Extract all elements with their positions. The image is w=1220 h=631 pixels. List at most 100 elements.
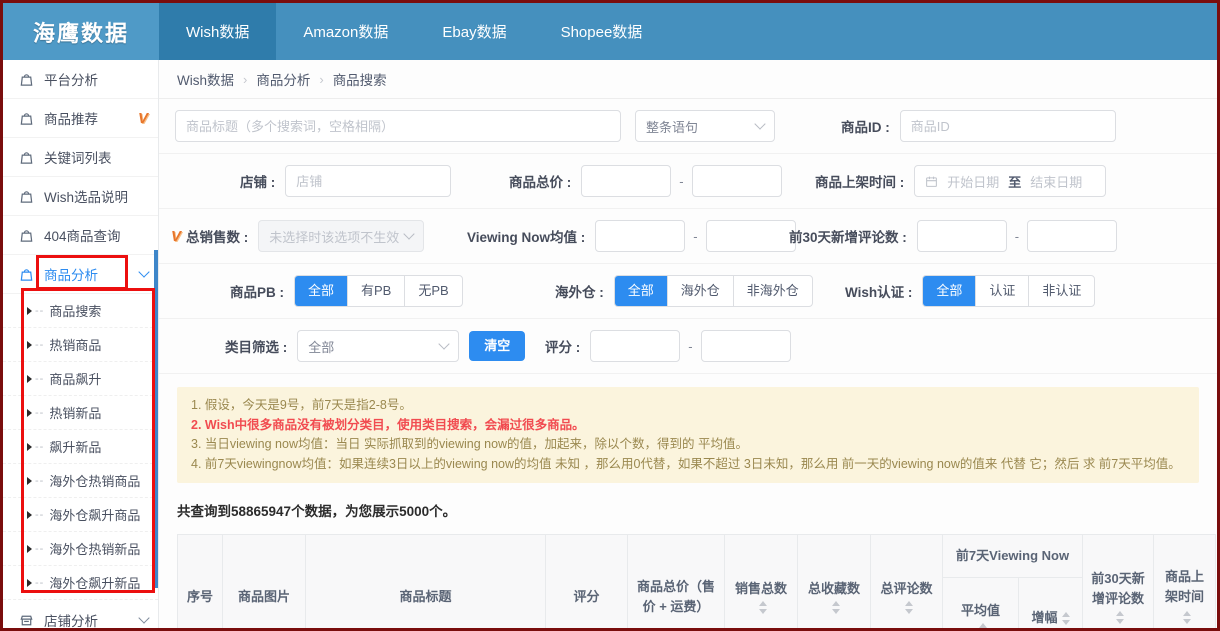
- col-total-comments[interactable]: 总评论数: [871, 535, 943, 629]
- viewing-now-avg-label: Viewing Now均值 :: [467, 226, 585, 246]
- note-line-3: 3. 当日viewing now均值：当日 实际抓取到的viewing now的…: [191, 435, 1185, 455]
- auth-option-no[interactable]: 非认证: [1028, 276, 1094, 306]
- sidebar-item-product-analysis[interactable]: 商品分析: [3, 255, 158, 294]
- sidebar-item-platform-analysis[interactable]: 平台分析: [3, 60, 158, 99]
- tab-shopee[interactable]: Shopee数据: [534, 3, 670, 60]
- product-id-input[interactable]: [900, 110, 1116, 142]
- tree-arrow-icon: [27, 409, 32, 417]
- sort-icon-active-desc[interactable]: [979, 623, 987, 629]
- overseas-option-no[interactable]: 非海外仓: [733, 276, 812, 306]
- sidebar-subitem-overseas-hot-products[interactable]: -- 海外仓热销商品: [3, 464, 158, 498]
- comments-max-input[interactable]: [1027, 220, 1117, 252]
- breadcrumb: Wish数据 › 商品分析 › 商品搜索: [159, 60, 1217, 99]
- sidebar: 平台分析 商品推荐 V 关键词列表 Wish选品说明 404商品查询: [3, 60, 159, 628]
- tree-arrow-icon: [27, 545, 32, 553]
- overseas-option-yes[interactable]: 海外仓: [667, 276, 733, 306]
- sidebar-item-label: 关键词列表: [44, 147, 148, 167]
- pb-option-has[interactable]: 有PB: [347, 276, 404, 306]
- chevron-down-icon: [138, 266, 149, 277]
- sort-icon[interactable]: [832, 601, 840, 614]
- tab-wish[interactable]: Wish数据: [159, 3, 276, 60]
- overseas-option-all[interactable]: 全部: [615, 276, 667, 306]
- filter-row-4: 商品PB : 全部 有PB 无PB 海外仓 : 全部 海外仓 非海外仓 Wish…: [159, 264, 1217, 319]
- filter-row-1: 整条语句 商品ID :: [159, 99, 1217, 154]
- col-total-price: 商品总价（售价 + 运费）: [628, 535, 725, 629]
- category-select[interactable]: 全部: [297, 330, 459, 362]
- price-min-input[interactable]: [581, 165, 671, 197]
- rating-label: 评分 :: [545, 336, 580, 356]
- product-id-label: 商品ID :: [841, 116, 890, 136]
- sort-icon[interactable]: [1116, 611, 1124, 624]
- results-table: 序号 商品图片 商品标题 评分 商品总价（售价 + 运费） 销售总数 总收藏数: [177, 534, 1216, 628]
- sidebar-item-keyword-list[interactable]: 关键词列表: [3, 138, 158, 177]
- sidebar-item-label: 店铺分析: [44, 610, 130, 630]
- breadcrumb-separator: ›: [243, 72, 247, 87]
- auth-toggle-group: 全部 认证 非认证: [922, 275, 1095, 307]
- col-listed-time[interactable]: 商品上架时间: [1154, 535, 1216, 629]
- col-total-sales[interactable]: 销售总数: [725, 535, 798, 629]
- date-to-label: 至: [1008, 172, 1021, 191]
- viewing-now-min-input[interactable]: [595, 220, 685, 252]
- sort-icon[interactable]: [759, 601, 767, 614]
- tree-arrow-icon: [27, 477, 32, 485]
- auth-option-yes[interactable]: 认证: [975, 276, 1028, 306]
- date-start-placeholder: 开始日期: [947, 172, 999, 191]
- rating-max-input[interactable]: [701, 330, 791, 362]
- bag-icon: [19, 189, 34, 204]
- sort-icon[interactable]: [1062, 612, 1070, 625]
- shop-input[interactable]: [285, 165, 451, 197]
- sidebar-item-wish-selection-guide[interactable]: Wish选品说明: [3, 177, 158, 216]
- breadcrumb-item-wish[interactable]: Wish数据: [177, 69, 234, 89]
- sidebar-scrollbar[interactable]: [154, 250, 158, 588]
- wish-v-icon: V: [171, 228, 181, 245]
- store-icon: [19, 613, 34, 628]
- pb-option-all[interactable]: 全部: [295, 276, 347, 306]
- price-max-input[interactable]: [692, 165, 782, 197]
- sidebar-subitem-surge-new-products[interactable]: -- 飙升新品: [3, 430, 158, 464]
- sidebar-subitem-product-surge[interactable]: -- 商品飙升: [3, 362, 158, 396]
- col-viewing-avg[interactable]: 平均值: [943, 578, 1019, 629]
- pb-option-none[interactable]: 无PB: [404, 276, 461, 306]
- tab-amazon[interactable]: Amazon数据: [276, 3, 415, 60]
- rating-min-input[interactable]: [590, 330, 680, 362]
- subitem-label: 海外仓飙升新品: [49, 573, 140, 592]
- breadcrumb-item-product-analysis[interactable]: 商品分析: [256, 69, 310, 89]
- subitem-label: 商品飙升: [49, 369, 101, 388]
- category-filter-label: 类目筛选 :: [225, 336, 287, 356]
- bag-icon: [19, 150, 34, 165]
- sidebar-item-label: 商品分析: [44, 264, 130, 284]
- tab-ebay[interactable]: Ebay数据: [415, 3, 533, 60]
- date-end-placeholder: 结束日期: [1030, 172, 1082, 191]
- auth-option-all[interactable]: 全部: [923, 276, 975, 306]
- match-mode-select[interactable]: 整条语句: [635, 110, 775, 142]
- sidebar-item-404-product-query[interactable]: 404商品查询: [3, 216, 158, 255]
- breadcrumb-separator: ›: [319, 72, 323, 87]
- col-viewing-growth[interactable]: 增幅: [1019, 578, 1083, 629]
- sidebar-subitem-overseas-hot-new[interactable]: -- 海外仓热销新品: [3, 532, 158, 566]
- sidebar-subitem-hot-new-products[interactable]: -- 热销新品: [3, 396, 158, 430]
- wish-v-icon: V: [138, 110, 148, 127]
- viewing-now-max-input[interactable]: [706, 220, 796, 252]
- subitem-label: 海外仓热销商品: [49, 471, 140, 490]
- col-total-favorites[interactable]: 总收藏数: [798, 535, 871, 629]
- sidebar-subitem-product-search[interactable]: -- 商品搜索: [3, 294, 158, 328]
- comments-min-input[interactable]: [917, 220, 1007, 252]
- app-window: 海鹰数据 Wish数据 Amazon数据 Ebay数据 Shopee数据 平台分…: [0, 0, 1220, 631]
- sidebar-subitem-overseas-surge-products[interactable]: -- 海外仓飙升商品: [3, 498, 158, 532]
- sort-icon[interactable]: [1183, 611, 1191, 624]
- tree-arrow-icon: [27, 307, 32, 315]
- tree-arrow-icon: [27, 511, 32, 519]
- sidebar-subitem-overseas-surge-new[interactable]: -- 海外仓飙升新品: [3, 566, 158, 600]
- sidebar-subitem-hot-products[interactable]: -- 热销商品: [3, 328, 158, 362]
- chevron-down-icon: [754, 118, 765, 129]
- col-new-comments-30d[interactable]: 前30天新增评论数: [1083, 535, 1154, 629]
- listed-date-range-picker[interactable]: 开始日期 至 结束日期: [914, 165, 1106, 197]
- sidebar-item-product-recommend[interactable]: 商品推荐 V: [3, 99, 158, 138]
- product-title-input[interactable]: [175, 110, 621, 142]
- sidebar-item-shop-analysis[interactable]: 店铺分析: [3, 600, 158, 631]
- total-sales-select[interactable]: 未选择时该选项不生效: [258, 220, 424, 252]
- note-line-2: 2. Wish中很多商品没有被划分类目，使用类目搜索，会漏过很多商品。: [191, 416, 1185, 436]
- sort-icon[interactable]: [905, 601, 913, 614]
- clear-button[interactable]: 清空: [469, 331, 525, 361]
- tree-arrow-icon: [27, 443, 32, 451]
